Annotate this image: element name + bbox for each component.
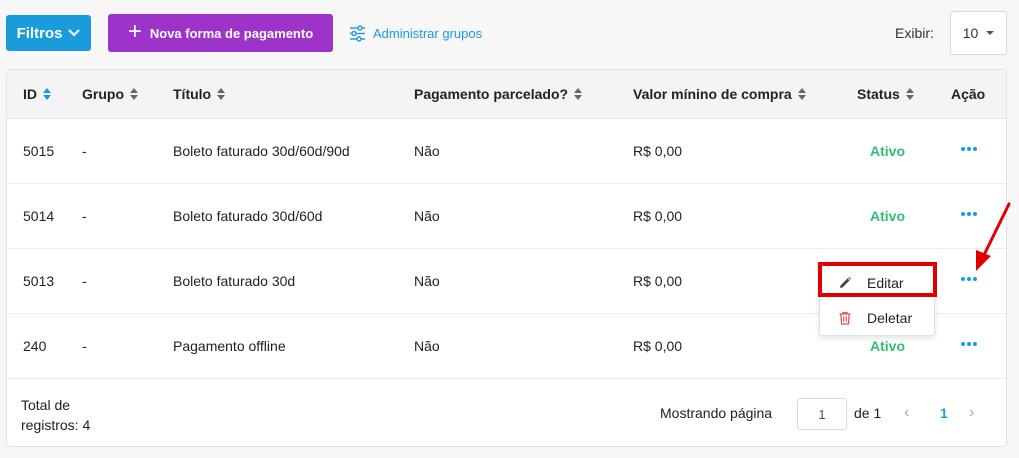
cell-valor: R$ 0,00 xyxy=(633,143,683,159)
header-titulo-label: Título xyxy=(173,86,212,102)
cell-id: 5013 xyxy=(23,273,55,289)
cell-id: 5015 xyxy=(23,143,55,159)
header-parcelado-label: Pagamento parcelado? xyxy=(414,86,569,102)
filtros-button[interactable]: Filtros xyxy=(6,15,91,51)
more-actions-icon[interactable] xyxy=(961,271,977,287)
status-badge: Ativo xyxy=(870,143,905,159)
cell-parcelado: Não xyxy=(414,208,440,224)
status-badge: Ativo xyxy=(870,208,905,224)
table-footer: Total de registros: 4 Mostrando página 1… xyxy=(7,380,1006,446)
menu-item-deletar-label: Deletar xyxy=(867,310,913,326)
pencil-icon xyxy=(840,277,851,288)
page-input[interactable]: 1 xyxy=(797,398,847,430)
table-row: 5014 - Boleto faturado 30d/60d Não R$ 0,… xyxy=(7,184,1006,249)
filtros-label: Filtros xyxy=(16,24,63,42)
cell-titulo: Boleto faturado 30d xyxy=(173,273,296,289)
nova-forma-pagamento-button[interactable]: + Nova forma de pagamento xyxy=(108,14,333,52)
page-input-value: 1 xyxy=(818,406,826,422)
mostrando-pagina-label: Mostrando página xyxy=(660,405,773,421)
table-row: 5015 - Boleto faturado 30d/60d/90d Não R… xyxy=(7,119,1006,184)
cell-titulo: Pagamento offline xyxy=(173,338,286,354)
menu-item-editar[interactable]: Editar xyxy=(820,266,936,300)
chevron-left-icon[interactable]: ‹ xyxy=(904,404,909,422)
header-grupo[interactable]: Grupo xyxy=(82,86,138,102)
sort-icon xyxy=(905,88,914,100)
page-number-current[interactable]: 1 xyxy=(940,405,948,421)
cell-grupo: - xyxy=(82,208,87,224)
exibir-value: 10 xyxy=(962,25,979,41)
row-actions-menu: Editar Deletar xyxy=(819,262,935,336)
sort-icon xyxy=(217,88,226,100)
administrar-grupos-label: Administrar grupos xyxy=(373,25,483,41)
sliders-icon xyxy=(350,24,365,42)
cell-valor: R$ 0,00 xyxy=(633,273,683,289)
cell-valor: R$ 0,00 xyxy=(633,208,683,224)
total-registros: Total de registros: 4 xyxy=(21,397,91,433)
header-status[interactable]: Status xyxy=(857,86,914,102)
cell-parcelado: Não xyxy=(414,273,440,289)
nova-forma-pagamento-label: Nova forma de pagamento xyxy=(149,25,314,41)
header-valor[interactable]: Valor mínino de compra xyxy=(633,86,806,102)
cell-titulo: Boleto faturado 30d/60d xyxy=(173,208,323,224)
more-actions-icon[interactable] xyxy=(961,206,977,222)
trash-icon xyxy=(839,311,851,325)
cell-id: 240 xyxy=(23,338,47,354)
toolbar: Filtros + Nova forma de pagamento Admini… xyxy=(0,0,1019,64)
chevron-down-icon xyxy=(68,29,81,37)
cell-grupo: - xyxy=(82,273,87,289)
caret-down-icon xyxy=(986,31,995,35)
header-id[interactable]: ID xyxy=(23,86,51,102)
header-parcelado[interactable]: Pagamento parcelado? xyxy=(414,86,583,102)
cell-titulo: Boleto faturado 30d/60d/90d xyxy=(173,143,350,159)
sort-icon xyxy=(797,88,806,100)
menu-item-editar-label: Editar xyxy=(867,275,904,291)
menu-item-deletar[interactable]: Deletar xyxy=(820,301,936,335)
more-actions-icon[interactable] xyxy=(961,336,977,352)
header-acao-label: Ação xyxy=(951,86,986,102)
exibir-label: Exibir: xyxy=(895,25,934,41)
header-id-label: ID xyxy=(23,86,37,102)
total-pages-label: de 1 xyxy=(854,405,882,421)
table-header: ID Grupo Título Pagamento parcelado? Val… xyxy=(7,70,1006,119)
status-badge: Ativo xyxy=(870,338,905,354)
header-grupo-label: Grupo xyxy=(82,86,124,102)
exibir-select[interactable]: 10 xyxy=(950,11,1007,55)
cell-grupo: - xyxy=(82,143,87,159)
cell-id: 5014 xyxy=(23,208,55,224)
plus-icon: + xyxy=(127,18,142,45)
sort-icon xyxy=(574,88,583,100)
cell-parcelado: Não xyxy=(414,338,440,354)
header-status-label: Status xyxy=(857,86,900,102)
administrar-grupos-link[interactable]: Administrar grupos xyxy=(349,23,482,43)
cell-valor: R$ 0,00 xyxy=(633,338,683,354)
cell-parcelado: Não xyxy=(414,143,440,159)
sort-icon xyxy=(130,88,138,100)
chevron-right-icon[interactable]: › xyxy=(969,404,974,422)
header-titulo[interactable]: Título xyxy=(173,86,226,102)
sort-icon xyxy=(43,88,51,100)
header-acao: Ação xyxy=(951,86,985,102)
payment-methods-table: ID Grupo Título Pagamento parcelado? Val… xyxy=(6,69,1007,447)
header-valor-label: Valor mínino de compra xyxy=(633,86,792,102)
more-actions-icon[interactable] xyxy=(961,141,977,157)
cell-grupo: - xyxy=(82,338,87,354)
